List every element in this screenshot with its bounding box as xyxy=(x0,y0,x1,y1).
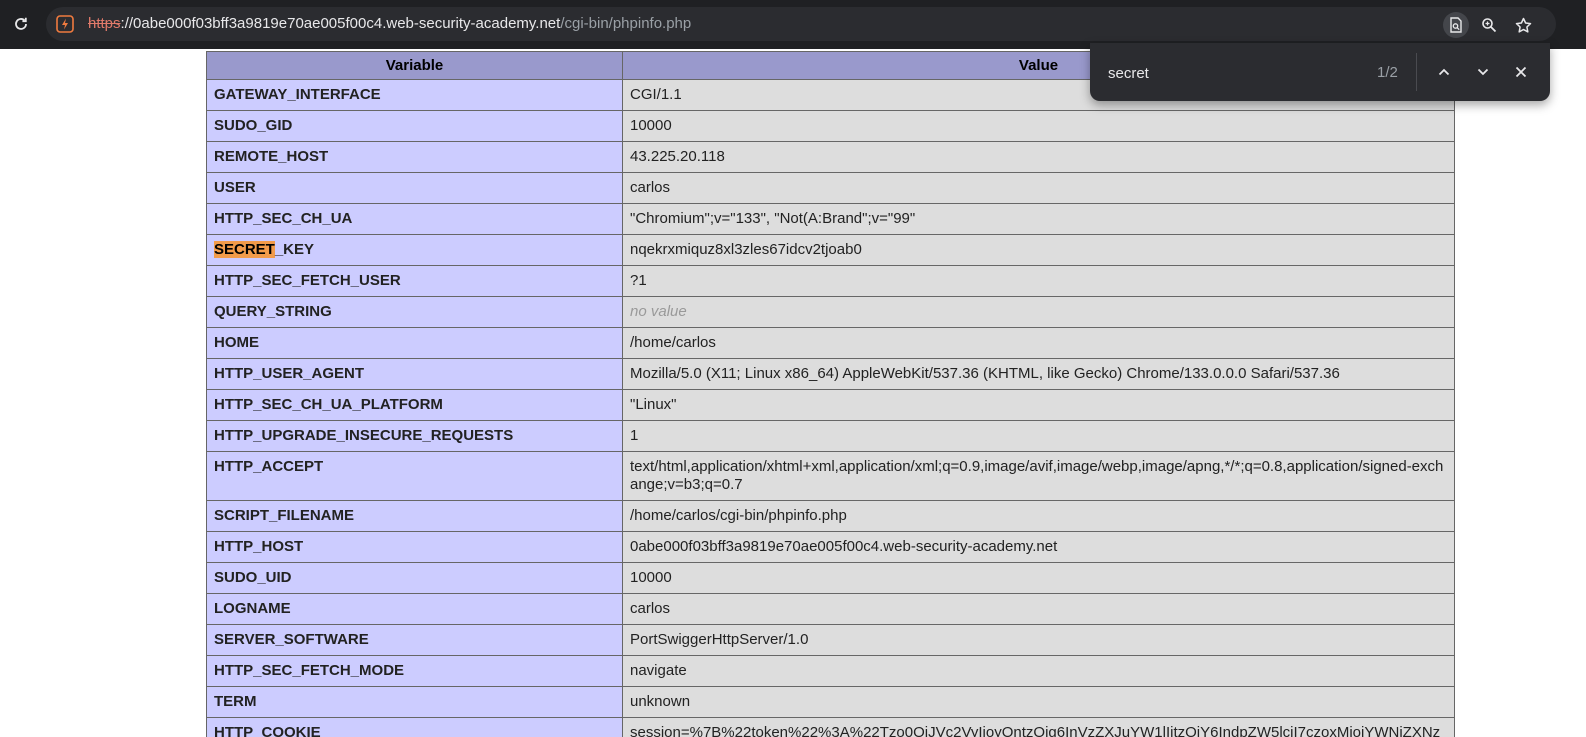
table-row: SCRIPT_FILENAME /home/carlos/cgi-bin/php… xyxy=(206,500,1455,532)
address-bar[interactable]: https://0abe000f03bff3a9819e70ae005f00c4… xyxy=(46,7,1556,41)
variable-cell: SERVER_SOFTWARE xyxy=(206,624,623,656)
value-cell: "Chromium";v="133", "Not(A:Brand";v="99" xyxy=(622,203,1455,235)
variable-cell: HTTP_SEC_CH_UA_PLATFORM xyxy=(206,389,623,421)
table-row: TERM unknown xyxy=(206,686,1455,718)
value-cell: text/html,application/xhtml+xml,applicat… xyxy=(622,451,1455,501)
table-row: REMOTE_HOST 43.225.20.118 xyxy=(206,141,1455,173)
table-row: SUDO_UID 10000 xyxy=(206,562,1455,594)
url-path: /cgi-bin/phpinfo.php xyxy=(560,15,692,32)
table-row: HTTP_HOST 0abe000f03bff3a9819e70ae005f00… xyxy=(206,531,1455,563)
variable-cell: SCRIPT_FILENAME xyxy=(206,500,623,532)
value-cell: carlos xyxy=(622,172,1455,204)
value-cell: navigate xyxy=(622,655,1455,687)
table-row: HTTP_SEC_FETCH_USER ?1 xyxy=(206,265,1455,297)
site-lightning-icon[interactable] xyxy=(56,15,74,33)
find-close-button[interactable] xyxy=(1511,62,1531,82)
find-previous-button[interactable] xyxy=(1434,62,1454,82)
table-row: SUDO_GID 10000 xyxy=(206,110,1455,142)
table-row-secret-key: SECRET_KEY nqekrxmiquz8xl3zles67idcv2tjo… xyxy=(206,234,1455,266)
variable-cell: GATEWAY_INTERFACE xyxy=(206,79,623,111)
url-text[interactable]: https://0abe000f03bff3a9819e70ae005f00c4… xyxy=(88,15,691,33)
variable-cell: SECRET_KEY xyxy=(206,234,623,266)
value-cell: 1 xyxy=(622,420,1455,452)
value-cell: carlos xyxy=(622,593,1455,625)
value-cell: /home/carlos/cgi-bin/phpinfo.php xyxy=(622,500,1455,532)
secret-key-value: nqekrxmiquz8xl3zles67idcv2tjoab0 xyxy=(622,234,1455,266)
variable-cell: HTTP_ACCEPT xyxy=(206,451,623,501)
variable-rest: _KEY xyxy=(274,241,315,258)
value-cell: 0abe000f03bff3a9819e70ae005f00c4.web-sec… xyxy=(622,531,1455,563)
browser-toolbar: https://0abe000f03bff3a9819e70ae005f00c4… xyxy=(0,0,1586,49)
table-row: LOGNAME carlos xyxy=(206,593,1455,625)
variable-cell: HOME xyxy=(206,327,623,359)
value-cell-no-value: no value xyxy=(622,296,1455,328)
url-scheme: https xyxy=(88,15,121,32)
table-row: HTTP_UPGRADE_INSECURE_REQUESTS 1 xyxy=(206,420,1455,452)
chevron-up-icon xyxy=(1438,68,1450,76)
value-cell: PortSwiggerHttpServer/1.0 xyxy=(622,624,1455,656)
table-row: USER carlos xyxy=(206,172,1455,204)
table-row: QUERY_STRING no value xyxy=(206,296,1455,328)
find-match-highlight: SECRET xyxy=(214,241,275,258)
phpinfo-table: Variable Value GATEWAY_INTERFACE CGI/1.1… xyxy=(206,51,1455,737)
value-cell: /home/carlos xyxy=(622,327,1455,359)
find-divider xyxy=(1416,53,1417,91)
table-row: HTTP_SEC_FETCH_MODE navigate xyxy=(206,655,1455,687)
value-cell: 10000 xyxy=(622,562,1455,594)
variable-cell: TERM xyxy=(206,686,623,718)
table-row: HOME /home/carlos xyxy=(206,327,1455,359)
value-cell: "Linux" xyxy=(622,389,1455,421)
find-input[interactable] xyxy=(1106,61,1360,85)
table-row: SERVER_SOFTWARE PortSwiggerHttpServer/1.… xyxy=(206,624,1455,656)
variable-cell: HTTP_SEC_FETCH_MODE xyxy=(206,655,623,687)
column-header-variable: Variable xyxy=(206,51,623,80)
variable-cell: USER xyxy=(206,172,623,204)
find-next-button[interactable] xyxy=(1473,62,1493,82)
value-cell: 10000 xyxy=(622,110,1455,142)
value-cell: session=%7B%22token%22%3A%22Tzo0OiJVc2Vy… xyxy=(622,717,1455,737)
value-cell: 43.225.20.118 xyxy=(622,141,1455,173)
variable-cell: HTTP_SEC_FETCH_USER xyxy=(206,265,623,297)
zoom-icon[interactable] xyxy=(1480,16,1498,34)
table-row: HTTP_SEC_CH_UA_PLATFORM "Linux" xyxy=(206,389,1455,421)
variable-cell: REMOTE_HOST xyxy=(206,141,623,173)
reader-mode-icon[interactable] xyxy=(1443,12,1469,38)
variable-cell: HTTP_UPGRADE_INSECURE_REQUESTS xyxy=(206,420,623,452)
find-match-count: 1/2 xyxy=(1377,64,1398,81)
find-bar: 1/2 xyxy=(1090,43,1550,101)
table-row: HTTP_ACCEPT text/html,application/xhtml+… xyxy=(206,451,1455,501)
value-cell: ?1 xyxy=(622,265,1455,297)
variable-cell: HTTP_SEC_CH_UA xyxy=(206,203,623,235)
url-host: 0abe000f03bff3a9819e70ae005f00c4.web-sec… xyxy=(133,15,561,32)
close-icon xyxy=(1515,66,1527,78)
table-row: HTTP_SEC_CH_UA "Chromium";v="133", "Not(… xyxy=(206,203,1455,235)
variable-cell: LOGNAME xyxy=(206,593,623,625)
table-row: HTTP_COOKIE session=%7B%22token%22%3A%22… xyxy=(206,717,1455,737)
page-content: Variable Value GATEWAY_INTERFACE CGI/1.1… xyxy=(0,49,1586,737)
variable-cell: HTTP_COOKIE xyxy=(206,717,623,737)
variable-cell: QUERY_STRING xyxy=(206,296,623,328)
reload-icon[interactable] xyxy=(11,14,31,34)
variable-cell: SUDO_GID xyxy=(206,110,623,142)
bookmark-star-icon[interactable] xyxy=(1514,16,1532,34)
value-cell: unknown xyxy=(622,686,1455,718)
value-cell: Mozilla/5.0 (X11; Linux x86_64) AppleWeb… xyxy=(622,358,1455,390)
variable-cell: SUDO_UID xyxy=(206,562,623,594)
variable-cell: HTTP_HOST xyxy=(206,531,623,563)
url-separator: :// xyxy=(120,15,134,32)
variable-cell: HTTP_USER_AGENT xyxy=(206,358,623,390)
chevron-down-icon xyxy=(1477,68,1489,76)
table-row: HTTP_USER_AGENT Mozilla/5.0 (X11; Linux … xyxy=(206,358,1455,390)
